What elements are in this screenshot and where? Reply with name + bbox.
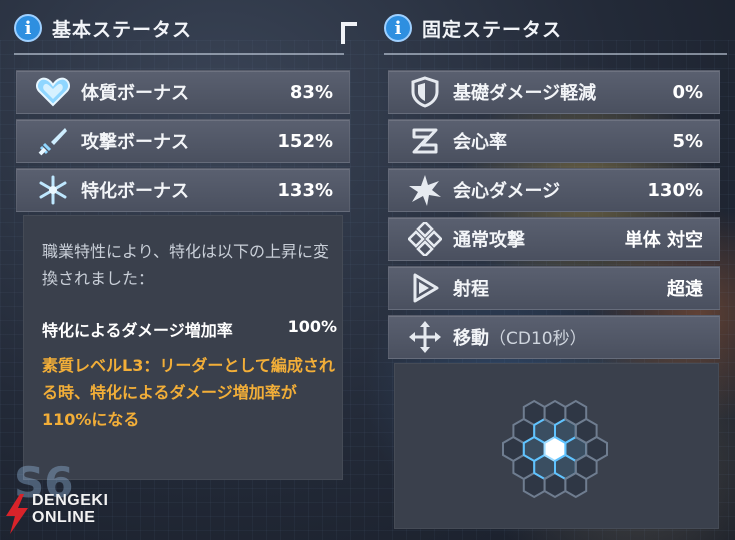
- stat-row-movement[interactable]: 移動（CD10秒）: [388, 315, 720, 359]
- logo-line1: DENGEKI: [32, 492, 109, 509]
- stat-row-normal-attack[interactable]: 通常攻撃 単体 対空: [388, 217, 720, 261]
- shield-icon: [407, 74, 443, 110]
- info-icon[interactable]: i: [14, 14, 42, 42]
- crit-rate-icon: [407, 123, 443, 159]
- stat-label: 会心ダメージ: [453, 181, 561, 202]
- detail-stat-label: 特化によるダメージ増加率: [42, 321, 233, 340]
- stat-label: 射程: [453, 279, 489, 300]
- heart-icon: [35, 74, 71, 110]
- stat-value: 152%: [277, 130, 333, 152]
- detail-stat-line: 特化によるダメージ増加率 100%: [42, 317, 337, 341]
- sword-icon: [35, 123, 71, 159]
- stat-value: 83%: [289, 81, 333, 103]
- stat-value: 0%: [672, 81, 703, 103]
- detail-intro-text: 職業特性により、特化は以下の上昇に変換されました：: [42, 242, 330, 288]
- left-header-divider: [14, 53, 344, 55]
- stat-value: 単体 対空: [624, 230, 703, 251]
- logo-line2: ONLINE: [32, 509, 96, 526]
- movement-label: 移動: [453, 328, 489, 349]
- detail-stat-value: 100%: [287, 317, 337, 336]
- stat-label: 会心率: [453, 132, 507, 153]
- stat-row-crit-rate[interactable]: 会心率 5%: [388, 119, 720, 163]
- detail-note-text: 素質レベルL3：リーダーとして編成される時、特化によるダメージ増加率が110%に…: [42, 356, 335, 429]
- move-arrows-icon: [407, 319, 443, 355]
- diamond-grid-icon: [407, 221, 443, 257]
- stat-row-damage-reduction[interactable]: 基礎ダメージ軽減 0%: [388, 70, 720, 114]
- stat-label: 特化ボーナス: [81, 181, 189, 202]
- left-panel-header: i 基本ステータス: [14, 8, 192, 48]
- stat-value: 133%: [277, 179, 333, 201]
- stat-label: 通常攻撃: [453, 230, 525, 251]
- stat-value: 超遠: [667, 279, 703, 300]
- specialization-detail-panel: 職業特性により、特化は以下の上昇に変換されました： 特化によるダメージ増加率 1…: [23, 215, 343, 480]
- right-header-divider: [384, 53, 727, 55]
- stat-row-constitution[interactable]: 体質ボーナス 83%: [16, 70, 350, 114]
- stat-row-specialization[interactable]: 特化ボーナス 133%: [16, 168, 350, 212]
- stat-row-attack[interactable]: 攻撃ボーナス 152%: [16, 119, 350, 163]
- range-icon: [407, 270, 443, 306]
- info-icon[interactable]: i: [384, 14, 412, 42]
- hex-cell: [585, 435, 608, 463]
- left-panel-title: 基本ステータス: [52, 18, 193, 41]
- stat-label: 攻撃ボーナス: [81, 132, 189, 153]
- dengeki-logo: DENGEKI ONLINE: [4, 492, 134, 538]
- corner-bracket: [341, 22, 357, 44]
- stat-label: 移動（CD10秒）: [453, 324, 719, 350]
- stat-row-crit-damage[interactable]: 会心ダメージ 130%: [388, 168, 720, 212]
- movement-range-panel: [394, 363, 719, 529]
- stat-value: 130%: [647, 179, 703, 201]
- hex-movement-grid: [502, 399, 608, 499]
- right-panel-title: 固定ステータス: [422, 18, 563, 41]
- lightning-icon: [6, 494, 28, 534]
- right-panel-header: i 固定ステータス: [384, 8, 562, 48]
- movement-cooldown: （CD10秒）: [489, 329, 587, 349]
- stat-label: 体質ボーナス: [81, 83, 189, 104]
- stat-row-range[interactable]: 射程 超遠: [388, 266, 720, 310]
- burst-icon: [407, 172, 443, 208]
- stat-value: 5%: [672, 130, 703, 152]
- snowflake-icon: [35, 172, 71, 208]
- stat-label: 基礎ダメージ軽減: [453, 83, 597, 104]
